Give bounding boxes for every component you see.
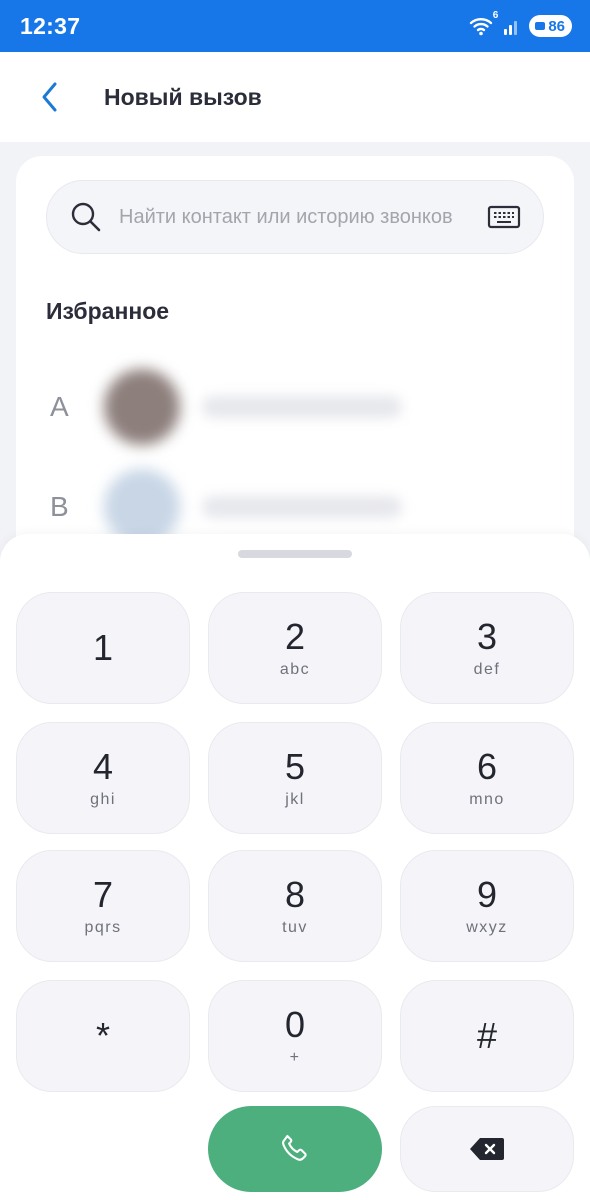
app-header: Новый вызов [0, 52, 590, 142]
favorite-contact[interactable]: А [16, 362, 574, 452]
avatar [104, 369, 180, 445]
dial-key-5[interactable]: 5 jkl [208, 722, 382, 834]
key-digit: 1 [92, 627, 114, 668]
key-letters: pqrs [84, 919, 122, 936]
signal-icon [503, 16, 521, 36]
dial-key-4[interactable]: 4 ghi [16, 722, 190, 834]
battery-level: 86 [548, 17, 565, 35]
dial-key-0[interactable]: 0 + [208, 980, 382, 1092]
dial-key-6[interactable]: 6 mno [400, 722, 574, 834]
dialpad-sheet: 1 2 abc 3 def 4 ghi 5 jkl 6 mno 7 pqrs 8… [0, 534, 590, 1200]
contact-name-blurred [202, 396, 402, 418]
phone-icon [282, 1134, 307, 1161]
dial-key-star[interactable]: * [16, 980, 190, 1092]
dial-key-7[interactable]: 7 pqrs [16, 850, 190, 962]
search-input[interactable] [119, 205, 479, 229]
key-letters: + [289, 1049, 301, 1066]
key-letters: mno [469, 791, 505, 808]
key-letters: tuv [282, 919, 308, 936]
favorites-title: Избранное [46, 298, 170, 324]
key-digit: 4 [92, 746, 114, 787]
wifi-icon: 6 [469, 10, 498, 37]
key-digit: * [95, 1015, 110, 1056]
key-digit: 5 [284, 746, 306, 787]
status-time: 12:37 [20, 12, 81, 39]
contact-name-blurred [202, 496, 402, 518]
dial-key-1[interactable]: 1 [16, 592, 190, 704]
key-letters: def [473, 661, 501, 678]
keyboard-icon[interactable] [487, 200, 521, 234]
wifi-badge: 6 [492, 10, 499, 21]
dial-key-hash[interactable]: # [400, 980, 574, 1092]
contacts-card: Избранное А В [16, 156, 574, 576]
key-digit: # [476, 1015, 498, 1056]
key-digit: 6 [476, 746, 498, 787]
key-letters: ghi [90, 791, 116, 808]
page-title: Новый вызов [104, 83, 262, 110]
status-icons: 6 86 [469, 10, 572, 37]
key-digit: 0 [284, 1004, 306, 1045]
key-digit: 9 [476, 874, 498, 915]
sheet-drag-handle[interactable] [238, 550, 352, 558]
key-digit: 7 [92, 874, 114, 915]
key-letters: wxyz [466, 919, 508, 936]
call-button[interactable] [208, 1106, 382, 1192]
key-digit: 2 [284, 616, 306, 657]
key-letters: abc [279, 661, 311, 678]
dial-key-9[interactable]: 9 wxyz [400, 850, 574, 962]
dial-key-2[interactable]: 2 abc [208, 592, 382, 704]
back-button[interactable] [20, 67, 80, 127]
key-letters: jkl [285, 791, 305, 808]
search-icon [71, 202, 101, 232]
key-digit: 3 [476, 616, 498, 657]
backspace-button[interactable] [400, 1106, 574, 1192]
dial-key-3[interactable]: 3 def [400, 592, 574, 704]
chevron-left-icon [42, 82, 57, 112]
key-digit: 8 [284, 874, 306, 915]
battery-glyph [535, 22, 546, 30]
backspace-icon [470, 1138, 504, 1160]
search-bar[interactable] [46, 180, 544, 254]
contact-letter: А [50, 391, 69, 422]
contact-letter: В [50, 491, 69, 522]
status-bar: 12:37 6 86 [0, 0, 590, 52]
battery-icon: 86 [529, 15, 572, 37]
dial-key-8[interactable]: 8 tuv [208, 850, 382, 962]
